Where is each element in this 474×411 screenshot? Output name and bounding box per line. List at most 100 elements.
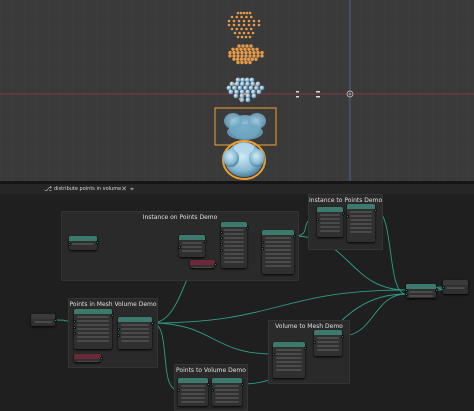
node-socket[interactable] (72, 331, 76, 335)
node-field[interactable] (224, 245, 244, 247)
node-field[interactable] (224, 249, 244, 251)
node-field[interactable] (276, 361, 302, 363)
node-field[interactable] (215, 393, 239, 395)
node-field[interactable] (34, 321, 52, 323)
node-socket[interactable] (303, 346, 307, 350)
node-field[interactable] (77, 316, 109, 318)
node-join-geometry[interactable] (69, 236, 97, 250)
node-field[interactable] (224, 229, 244, 231)
node-socket[interactable] (150, 321, 154, 325)
node-field[interactable] (181, 393, 205, 395)
node-socket[interactable] (260, 246, 264, 250)
node-field[interactable] (320, 218, 340, 220)
node-socket[interactable] (341, 211, 345, 215)
node-field[interactable] (224, 253, 244, 255)
node-socket[interactable] (292, 234, 296, 238)
node-field[interactable] (121, 336, 149, 338)
node-field[interactable] (77, 361, 98, 362)
node-socket[interactable] (434, 288, 438, 292)
node-field[interactable] (320, 214, 340, 216)
node-field[interactable] (77, 324, 109, 326)
node-instances-to-points-a[interactable] (317, 207, 343, 237)
node-field[interactable] (265, 253, 291, 255)
node-socket[interactable] (176, 388, 180, 392)
node-field[interactable] (265, 241, 291, 243)
node-field[interactable] (77, 332, 109, 334)
node-field[interactable] (181, 389, 205, 391)
node-field[interactable] (182, 250, 202, 252)
node-socket[interactable] (72, 319, 76, 323)
node-value-input[interactable] (74, 354, 101, 362)
node-field[interactable] (215, 385, 239, 387)
node-field[interactable] (317, 345, 339, 347)
node-socket[interactable] (260, 240, 264, 244)
node-field[interactable] (181, 397, 205, 399)
node-socket[interactable] (213, 262, 217, 266)
node-field[interactable] (215, 389, 239, 391)
3d-viewport[interactable] (0, 0, 474, 181)
node-socket[interactable] (219, 248, 223, 252)
node-socket[interactable] (240, 382, 244, 386)
node-field[interactable] (409, 291, 433, 293)
node-socket[interactable] (345, 214, 349, 218)
node-socket[interactable] (116, 333, 120, 337)
node-set-shade-smooth[interactable] (314, 330, 342, 356)
node-field[interactable] (317, 337, 339, 339)
node-field[interactable] (72, 243, 94, 245)
node-field[interactable] (121, 332, 149, 334)
node-field[interactable] (77, 328, 109, 330)
viewport-canvas[interactable] (0, 0, 474, 181)
node-socket[interactable] (72, 325, 76, 329)
node-realize-instances[interactable] (179, 235, 205, 257)
node-ico-sphere[interactable] (190, 260, 215, 268)
node-socket[interactable] (340, 334, 344, 338)
node-socket[interactable] (441, 285, 445, 289)
node-field[interactable] (215, 397, 239, 399)
node-field[interactable] (77, 320, 109, 322)
node-field[interactable] (224, 241, 244, 243)
node-instance-on-points[interactable] (221, 222, 247, 268)
node-field[interactable] (121, 340, 149, 342)
node-field[interactable] (350, 211, 372, 213)
node-socket[interactable] (219, 230, 223, 234)
node-field[interactable] (350, 231, 372, 233)
node-field[interactable] (265, 261, 291, 263)
node-socket[interactable] (312, 340, 316, 344)
node-field[interactable] (317, 341, 339, 343)
node-field[interactable] (77, 336, 109, 338)
node-socket[interactable] (219, 242, 223, 246)
node-field[interactable] (276, 357, 302, 359)
node-group-output[interactable] (443, 280, 468, 294)
node-socket[interactable] (373, 208, 377, 212)
node-field[interactable] (350, 215, 372, 217)
node-socket[interactable] (116, 327, 120, 331)
node-field[interactable] (121, 324, 149, 326)
node-set-material[interactable] (118, 317, 152, 349)
node-volume-to-mesh[interactable] (273, 342, 305, 378)
node-field[interactable] (224, 233, 244, 235)
node-field[interactable] (350, 223, 372, 225)
node-field[interactable] (320, 222, 340, 224)
node-socket[interactable] (95, 240, 99, 244)
node-transform-geometry[interactable] (212, 378, 242, 406)
node-field[interactable] (224, 261, 244, 263)
node-field[interactable] (350, 219, 372, 221)
node-field[interactable] (265, 257, 291, 259)
node-field[interactable] (276, 353, 302, 355)
node-socket[interactable] (206, 382, 210, 386)
node-points-to-volume[interactable] (178, 378, 208, 406)
node-field[interactable] (265, 245, 291, 247)
node-socket[interactable] (67, 242, 71, 246)
node-field[interactable] (77, 340, 109, 342)
node-set-position[interactable] (262, 230, 294, 274)
node-field[interactable] (276, 349, 302, 351)
node-distribute-points-in-volume[interactable] (74, 309, 112, 349)
node-field[interactable] (224, 257, 244, 259)
node-socket[interactable] (219, 236, 223, 240)
node-field[interactable] (320, 230, 340, 232)
node-field[interactable] (276, 365, 302, 367)
node-field[interactable] (121, 328, 149, 330)
node-socket[interactable] (99, 356, 103, 360)
node-socket[interactable] (315, 217, 319, 221)
node-field[interactable] (446, 287, 465, 289)
